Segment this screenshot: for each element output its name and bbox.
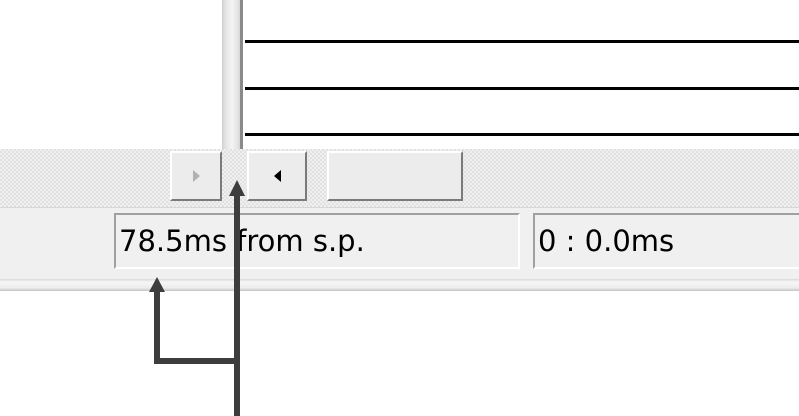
triangle-left-icon [273,170,281,182]
waveform-line [245,87,799,90]
scroll-right-button[interactable] [170,151,222,201]
waveform-line [245,40,799,43]
position-field: 0 : 0.0ms [533,213,799,269]
scroll-left-button[interactable] [247,151,307,201]
waveform-editor-view: 78.5ms from s.p. 0 : 0.0ms [0,0,799,416]
waveform-line [245,133,799,136]
triangle-right-icon [192,170,200,182]
scrollbar-thumb[interactable] [327,151,463,201]
annotation-arrow-line [154,289,240,416]
time-from-start-field: 78.5ms from s.p. [114,213,520,269]
window-bottom-edge [0,279,799,291]
